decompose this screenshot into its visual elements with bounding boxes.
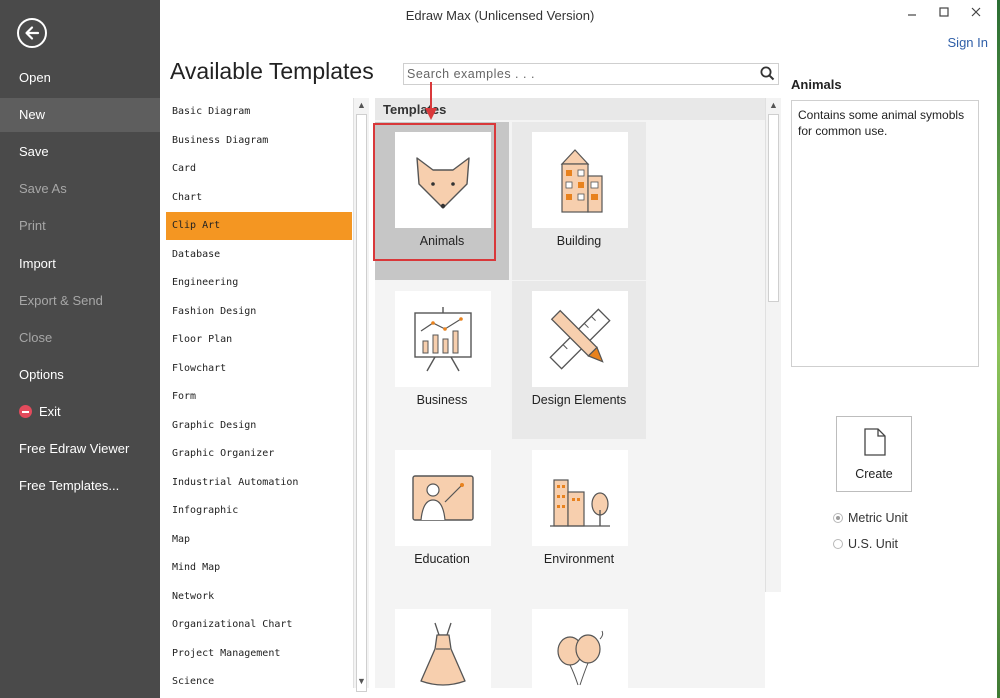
balloons-icon [532,609,628,688]
menu-exit[interactable]: Exit [0,395,160,429]
category-item[interactable]: Project Management [166,640,352,668]
templates-scrollbar[interactable]: ▲ [765,98,781,592]
category-item[interactable]: Graphic Design [166,412,352,440]
menu-import[interactable]: Import [0,247,160,281]
template-label: Environment [543,552,615,566]
menu-export-send[interactable]: Export & Send [0,284,160,318]
metric-unit-option[interactable]: Metric Unit [833,511,908,525]
exit-icon [19,405,32,419]
category-item-selected[interactable]: Clip Art [166,212,352,240]
teacher-board-icon [395,450,491,546]
menu-print[interactable]: Print [0,209,160,243]
scroll-up-icon[interactable]: ▲ [354,98,369,112]
backstage-sidebar: Open New Save Save As Print Import Expor… [0,0,160,698]
template-label: Business [416,393,468,407]
category-item[interactable]: Science [166,668,352,696]
maximize-icon[interactable] [934,4,954,22]
search-input[interactable] [403,63,779,85]
menu-options[interactable]: Options [0,358,160,392]
category-item[interactable]: Floor Plan [166,326,352,354]
pointer-arrow-icon [424,82,438,125]
category-item[interactable]: Industrial Automation [166,469,352,497]
radio-selected-icon[interactable] [833,512,843,523]
menu-free-templates[interactable]: Free Templates... [0,469,160,503]
category-item[interactable]: Graphic Organizer [166,440,352,468]
us-unit-option[interactable]: U.S. Unit [833,537,898,551]
close-icon[interactable] [966,4,986,22]
selection-highlight [373,123,496,261]
category-scrollbar[interactable]: ▲ ▼ [353,98,369,692]
category-item[interactable]: Mind Map [166,554,352,582]
page-title: Available Templates [170,58,374,84]
dress-icon [395,609,491,688]
template-fashion-partial[interactable] [375,599,509,688]
scroll-up-icon[interactable]: ▲ [766,98,781,112]
presentation-chart-icon [395,291,491,387]
menu-free-edraw-viewer[interactable]: Free Edraw Viewer [0,432,160,466]
menu-new[interactable]: New [0,98,160,132]
template-design-elements[interactable]: Design Elements [512,281,646,439]
template-education[interactable]: Education [375,440,509,598]
us-unit-label: U.S. Unit [848,537,899,551]
pencil-ruler-icon [532,291,628,387]
metric-unit-label: Metric Unit [848,511,908,525]
category-item[interactable]: Chart [166,184,352,212]
menu-close[interactable]: Close [0,321,160,355]
template-label: Education [414,552,470,566]
scroll-thumb[interactable] [768,114,779,302]
template-business[interactable]: Business [375,281,509,439]
category-item[interactable]: Business Diagram [166,127,352,155]
template-building[interactable]: Building [512,122,646,280]
template-environment[interactable]: Environment [512,440,646,598]
category-item[interactable]: Engineering [166,269,352,297]
scroll-down-icon[interactable]: ▼ [354,674,369,688]
template-label: Design Elements [531,393,627,407]
info-title: Animals [791,77,842,92]
radio-icon[interactable] [833,538,843,549]
category-item[interactable]: Flowchart [166,355,352,383]
menu-exit-label: Exit [39,404,61,419]
menu-open[interactable]: Open [0,61,160,95]
sign-in-link[interactable]: Sign In [948,35,988,50]
create-button[interactable]: Create [836,416,912,492]
category-item[interactable]: Infographic [166,497,352,525]
search-icon[interactable] [760,66,775,86]
category-item[interactable]: Card [166,155,352,183]
city-tree-icon [532,450,628,546]
category-item[interactable]: Database [166,241,352,269]
template-festival-partial[interactable] [512,599,646,688]
window-title: Edraw Max (Unlicensed Version) [405,8,595,23]
category-item[interactable]: Form [166,383,352,411]
category-item[interactable]: Map [166,526,352,554]
category-item[interactable]: Basic Diagram [166,98,352,126]
menu-save[interactable]: Save [0,135,160,169]
scroll-thumb[interactable] [356,114,367,692]
create-label: Create [855,467,893,481]
category-item[interactable]: Fashion Design [166,298,352,326]
minimize-icon[interactable] [902,4,922,22]
menu-save-as[interactable]: Save As [0,172,160,206]
category-list: Basic Diagram Business Diagram Card Char… [166,98,352,688]
building-icon [532,132,628,228]
category-item[interactable]: Organizational Chart [166,611,352,639]
category-item[interactable]: Network [166,583,352,611]
template-label: Building [556,234,602,248]
info-description: Contains some animal symobls for common … [791,100,979,367]
